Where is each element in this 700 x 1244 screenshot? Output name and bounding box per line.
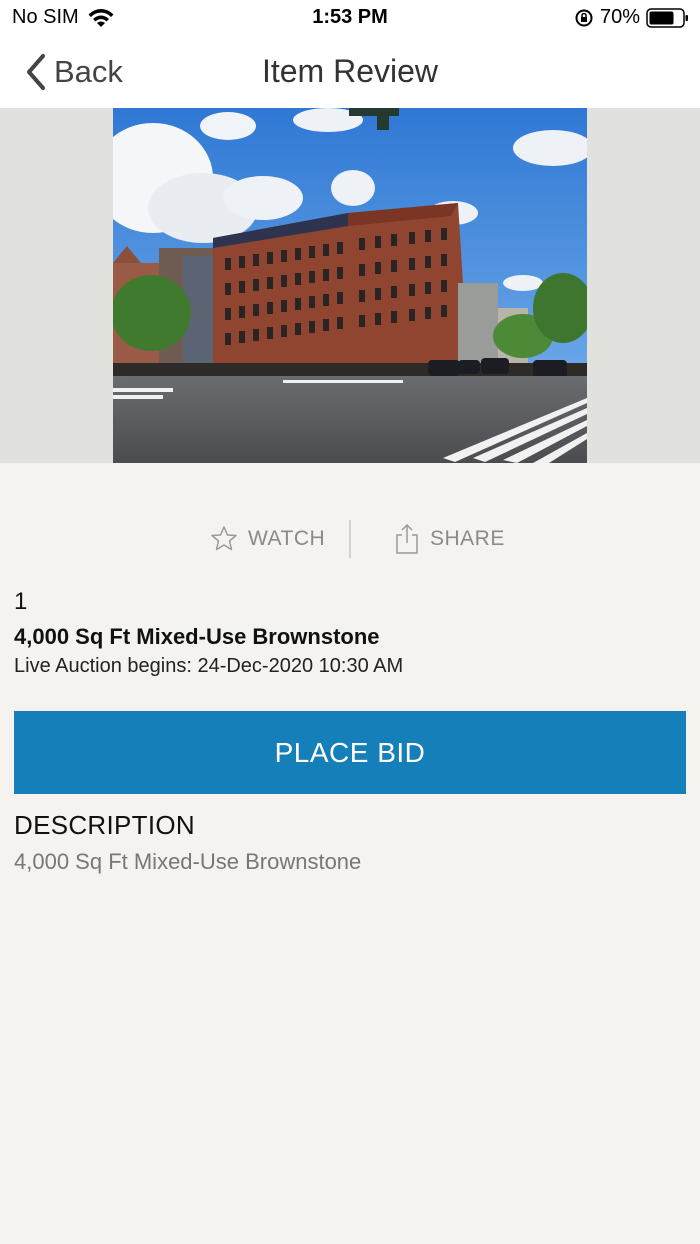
share-button[interactable]: SHARE (394, 521, 505, 557)
watch-label: WATCH (248, 527, 326, 550)
status-bar: No SIM 1:53 PM 70% (0, 0, 700, 36)
battery-icon (646, 7, 688, 28)
orientation-lock-icon (575, 9, 593, 26)
status-right: 70% (574, 6, 690, 29)
brownstone-photo-image (113, 108, 587, 463)
item-image-area (0, 108, 700, 463)
star-icon (211, 526, 237, 551)
item-title: 4,000 Sq Ft Mixed-Use Brownstone (14, 624, 380, 649)
share-icon (396, 523, 418, 554)
action-divider (349, 520, 351, 558)
item-actions: WATCH SHARE (0, 517, 700, 561)
navigation-bar: Back Item Review (0, 36, 700, 108)
description-heading: DESCRIPTION (14, 810, 195, 840)
share-label: SHARE (430, 527, 505, 550)
description-text: 4,000 Sq Ft Mixed-Use Brownstone (14, 849, 362, 874)
watch-button[interactable]: WATCH (210, 521, 325, 557)
page-title: Item Review (261, 53, 439, 89)
battery-percent: 70% (599, 6, 640, 28)
lot-number: 1 (14, 588, 28, 615)
place-bid-button[interactable]: PLACE BID (14, 711, 686, 794)
auction-start-time: Live Auction begins: 24-Dec-2020 10:30 A… (14, 655, 404, 677)
item-photo[interactable] (113, 108, 587, 463)
